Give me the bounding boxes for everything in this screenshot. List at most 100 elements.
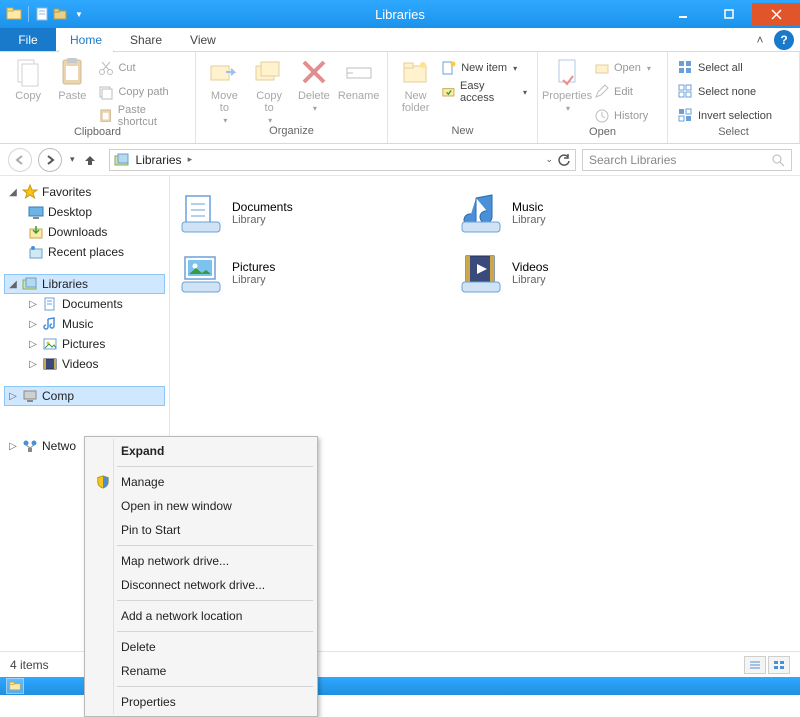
group-open-label: Open	[538, 126, 667, 143]
tree-libraries[interactable]: ◢Libraries	[4, 274, 165, 294]
tree-desktop[interactable]: Desktop	[24, 202, 165, 222]
ctx-properties[interactable]: Properties	[87, 690, 315, 714]
taskbar-explorer-icon[interactable]	[6, 678, 24, 694]
computer-icon	[22, 388, 38, 404]
tab-home[interactable]: Home	[56, 28, 116, 51]
pictures-lib-icon	[180, 252, 222, 294]
documents-lib-icon	[180, 192, 222, 234]
music-lib-icon	[460, 192, 502, 234]
tree-videos[interactable]: ▷Videos	[24, 354, 165, 374]
properties-button[interactable]: Properties▾	[544, 56, 590, 113]
network-icon	[22, 438, 38, 454]
videos-lib-icon	[460, 252, 502, 294]
close-button[interactable]	[752, 3, 800, 25]
breadcrumb-caret-icon[interactable]: ▸	[186, 154, 195, 165]
documents-icon	[42, 296, 58, 312]
libraries-icon	[22, 276, 38, 292]
ctx-delete[interactable]: Delete	[87, 635, 315, 659]
qat-dropdown-icon[interactable]: ▼	[71, 10, 87, 19]
delete-button[interactable]: Delete▾	[292, 56, 337, 113]
shield-icon	[93, 475, 113, 489]
copy-path-button[interactable]: Copy path	[94, 82, 189, 102]
maximize-button[interactable]	[706, 3, 752, 25]
ribbon-collapse-icon[interactable]: ˄	[750, 28, 770, 51]
edit-button[interactable]: Edit	[590, 82, 655, 102]
paste-button[interactable]: Paste	[50, 56, 94, 102]
invert-selection-button[interactable]: Invert selection	[674, 106, 776, 126]
tab-share[interactable]: Share	[116, 28, 176, 51]
ctx-open-new-window[interactable]: Open in new window	[87, 494, 315, 518]
navigation-bar: ▾ Libraries ▸ ⌄ Search Libraries	[0, 144, 800, 176]
open-button[interactable]: Open▾	[590, 58, 655, 78]
new-item-button[interactable]: New item▾	[437, 58, 531, 78]
tree-computer-label: Comp	[42, 389, 74, 403]
music-icon	[42, 316, 58, 332]
recent-places-icon	[28, 244, 44, 260]
tree-music[interactable]: ▷Music	[24, 314, 165, 334]
star-icon	[22, 184, 38, 200]
address-dropdown-icon[interactable]: ⌄	[545, 154, 553, 165]
copy-to-button[interactable]: Copy to▾	[247, 56, 292, 125]
address-bar[interactable]: Libraries ▸ ⌄	[109, 149, 576, 171]
recent-locations-icon[interactable]: ▾	[68, 154, 77, 165]
qat-properties-icon[interactable]	[35, 6, 51, 22]
libraries-icon	[114, 152, 130, 168]
group-clipboard-label: Clipboard	[0, 126, 195, 143]
minimize-button[interactable]	[660, 3, 706, 25]
breadcrumb[interactable]: Libraries	[136, 153, 182, 167]
ctx-expand[interactable]: Expand	[87, 439, 315, 463]
paste-shortcut-button[interactable]: Paste shortcut	[94, 106, 189, 126]
title-bar: ▼ Libraries	[0, 0, 800, 28]
select-none-button[interactable]: Select none	[674, 82, 776, 102]
ctx-map-network-drive[interactable]: Map network drive...	[87, 549, 315, 573]
back-button[interactable]	[8, 148, 32, 172]
search-input[interactable]: Search Libraries	[582, 149, 792, 171]
ribbon: Copy Paste Cut Copy path Paste shortcut …	[0, 52, 800, 144]
ctx-manage[interactable]: Manage	[87, 470, 315, 494]
search-icon	[771, 153, 785, 167]
group-select-label: Select	[668, 126, 799, 143]
tree-recent-places[interactable]: Recent places	[24, 242, 165, 262]
move-to-button[interactable]: Move to▾	[202, 56, 247, 125]
easy-access-button[interactable]: Easy access▾	[437, 82, 531, 102]
tree-computer[interactable]: ▷Comp	[4, 386, 165, 406]
copy-button[interactable]: Copy	[6, 56, 50, 102]
group-organize-label: Organize	[196, 125, 387, 143]
icons-view-button[interactable]	[768, 656, 790, 674]
group-new-label: New	[388, 125, 537, 143]
qat-newfolder-icon[interactable]	[53, 6, 69, 22]
videos-icon	[42, 356, 58, 372]
desktop-icon	[28, 204, 44, 220]
library-item-pictures[interactable]: PicturesLibrary	[180, 248, 430, 298]
new-folder-button[interactable]: New folder	[394, 56, 437, 114]
pictures-icon	[42, 336, 58, 352]
context-menu: Expand Manage Open in new window Pin to …	[84, 436, 318, 717]
tree-network-label: Netwo	[42, 439, 76, 453]
library-item-documents[interactable]: DocumentsLibrary	[180, 188, 430, 238]
cut-button[interactable]: Cut	[94, 58, 189, 78]
tab-view[interactable]: View	[176, 28, 230, 51]
details-view-button[interactable]	[744, 656, 766, 674]
history-button[interactable]: History	[590, 106, 655, 126]
rename-button[interactable]: Rename	[336, 56, 381, 102]
help-icon[interactable]: ?	[774, 30, 794, 50]
forward-button[interactable]	[38, 148, 62, 172]
library-item-music[interactable]: MusicLibrary	[460, 188, 710, 238]
ctx-add-network-location[interactable]: Add a network location	[87, 604, 315, 628]
tree-favorites[interactable]: ◢Favorites	[4, 182, 165, 202]
ribbon-tabs: File Home Share View ˄ ?	[0, 28, 800, 52]
up-button[interactable]	[83, 153, 103, 167]
select-all-button[interactable]: Select all	[674, 58, 776, 78]
tab-file[interactable]: File	[0, 28, 56, 51]
tree-pictures[interactable]: ▷Pictures	[24, 334, 165, 354]
tree-documents[interactable]: ▷Documents	[24, 294, 165, 314]
tree-downloads[interactable]: Downloads	[24, 222, 165, 242]
downloads-icon	[28, 224, 44, 240]
refresh-icon[interactable]	[557, 153, 571, 167]
item-count: 4 items	[10, 658, 49, 672]
ctx-disconnect-network-drive[interactable]: Disconnect network drive...	[87, 573, 315, 597]
library-item-videos[interactable]: VideosLibrary	[460, 248, 710, 298]
ctx-pin-to-start[interactable]: Pin to Start	[87, 518, 315, 542]
ctx-rename[interactable]: Rename	[87, 659, 315, 683]
quick-access-toolbar: ▼	[0, 6, 87, 22]
